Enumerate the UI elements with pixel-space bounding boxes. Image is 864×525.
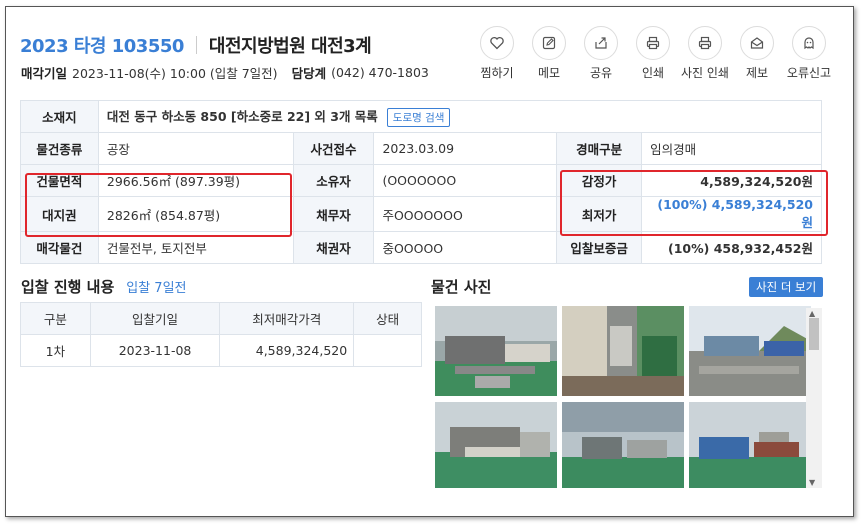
action-toolbar: 찜하기 메모 공유 인쇄 사진 인쇄 제보 오류신고 [471,26,835,81]
share-icon [584,26,618,60]
table-row: 소재지 대전 동구 하소동 850 [하소중로 22] 외 3개 목록 도로명 … [20,100,823,133]
deposit-value: (10%) 458,932,452원 [641,231,822,264]
debtor-value: 주OOOOOOO [373,196,558,232]
sale-object-value: 건물전부, 토지전부 [97,231,294,264]
received-value: 2023.03.09 [373,132,558,165]
type-label: 물건종류 [20,132,99,165]
table-row: 건물면적 2966.56㎡ (897.39평) 소유자 (OOOOOOO 감정가… [20,164,822,197]
printer-icon [636,26,670,60]
auction-kind-value: 임의경매 [641,132,822,165]
sale-object-label: 매각물건 [20,231,99,264]
minimum-value: (100%) 4,589,324,520원 [641,196,822,232]
creditor-value: 중OOOOO [373,231,558,264]
ghost-icon [792,26,826,60]
envelope-icon [740,26,774,60]
gallery-scrollbar[interactable]: ▲ ▼ [806,308,822,488]
memo-button[interactable]: 메모 [523,26,575,81]
building-area-label: 건물면적 [20,164,99,197]
bid-section-title: 입찰 진행 내용 [21,278,115,296]
column-header: 최저매각가격 [219,302,355,335]
table-row: 대지권 2826㎡ (854.87평) 채무자 주OOOOOOO 최저가 (10… [20,196,822,232]
title-row: 2023 타경 103550 대전지방법원 대전3계 [20,32,372,58]
appraisal-value: 4,589,324,520원 [641,164,822,197]
type-value: 공장 [97,132,294,165]
memo-label: 메모 [537,66,561,80]
received-label: 사건접수 [292,132,375,165]
print-label: 인쇄 [641,66,665,80]
print-photo-button[interactable]: 사진 인쇄 [679,26,731,81]
pencil-icon [532,26,566,60]
more-photos-button[interactable]: 사진 더 보기 [749,277,824,297]
column-header: 상태 [353,302,422,335]
heart-icon [480,26,514,60]
owner-label: 소유자 [292,164,375,197]
property-photo[interactable] [689,402,811,488]
column-header: 구분 [20,302,91,335]
property-photo[interactable] [562,402,684,488]
column-header: 입찰기일 [89,302,221,335]
photo-section-title: 물건 사진 [431,278,492,296]
table-row: 1차 2023-11-08 4,589,324,520 [20,334,422,367]
land-right-label: 대지권 [20,196,99,232]
location-value: 대전 동구 하소동 850 [하소중로 22] 외 3개 목록 [106,109,378,124]
case-number: 2023 타경 103550 [20,36,184,57]
land-right-value: 2826㎡ (854.87평) [97,196,294,232]
property-photo[interactable] [689,306,811,396]
title-divider [195,36,197,54]
sale-date-label: 매각기일 [21,66,68,81]
share-label: 공유 [589,66,613,80]
table-row: 매각물건 건물전부, 토지전부 채권자 중OOOOO 입찰보증금 (10%) 4… [20,231,822,264]
bid-date: 2023-11-08 [89,334,221,367]
creditor-label: 채권자 [292,231,375,264]
appraisal-label: 감정가 [556,164,643,197]
table-row: 물건종류 공장 사건접수 2023.03.09 경매구분 임의경매 [20,132,822,165]
debtor-label: 채무자 [292,196,375,232]
court-name: 대전지방법원 대전3계 [208,36,372,57]
property-info-table: 소재지 대전 동구 하소동 850 [하소중로 22] 외 3개 목록 도로명 … [20,100,823,264]
photo-gallery [429,300,822,488]
scrollbar-thumb[interactable] [809,318,819,350]
share-button[interactable]: 공유 [575,26,627,81]
bid-status [353,334,422,367]
printer-icon [688,26,722,60]
location-label: 소재지 [20,100,99,133]
error-report-label: 오류신고 [786,66,832,80]
error-report-button[interactable]: 오류신고 [783,26,835,81]
bid-round: 1차 [20,334,91,367]
bid-table: 구분 입찰기일 최저매각가격 상태 1차 2023-11-08 4,589,32… [20,302,422,367]
property-photo[interactable] [435,306,557,396]
print-button[interactable]: 인쇄 [627,26,679,81]
sale-date-value: 2023-11-08(수) 10:00 (입찰 7일전) [72,66,278,81]
print-photo-label: 사진 인쇄 [681,66,729,80]
road-search-button[interactable]: 도로명 검색 [386,108,451,127]
dept-label: 담당계 [291,66,327,81]
minimum-label: 최저가 [556,196,643,232]
report-label: 제보 [745,66,769,80]
deposit-label: 입찰보증금 [556,231,643,264]
bid-section-header: 입찰 진행 내용 입찰 7일전 [21,276,187,297]
favorite-label: 찜하기 [480,66,514,80]
scroll-up-icon[interactable]: ▲ [809,309,815,318]
building-area-value: 2966.56㎡ (897.39평) [97,164,294,197]
auction-kind-label: 경매구분 [556,132,643,165]
favorite-button[interactable]: 찜하기 [471,26,523,81]
property-photo[interactable] [562,306,684,396]
bid-countdown-link[interactable]: 입찰 7일전 [126,277,186,296]
report-button[interactable]: 제보 [731,26,783,81]
property-photo[interactable] [435,402,557,488]
bid-table-header: 구분 입찰기일 최저매각가격 상태 [20,302,422,335]
owner-value: (OOOOOOO [373,164,558,197]
scroll-down-icon[interactable]: ▼ [809,478,815,487]
dept-value: (042) 470-1803 [331,65,429,80]
bid-price: 4,589,324,520 [219,334,355,367]
meta-row: 매각기일 2023-11-08(수) 10:00 (입찰 7일전) 담당계 (0… [21,63,429,82]
location-cell: 대전 동구 하소동 850 [하소중로 22] 외 3개 목록 도로명 검색 [97,100,823,133]
